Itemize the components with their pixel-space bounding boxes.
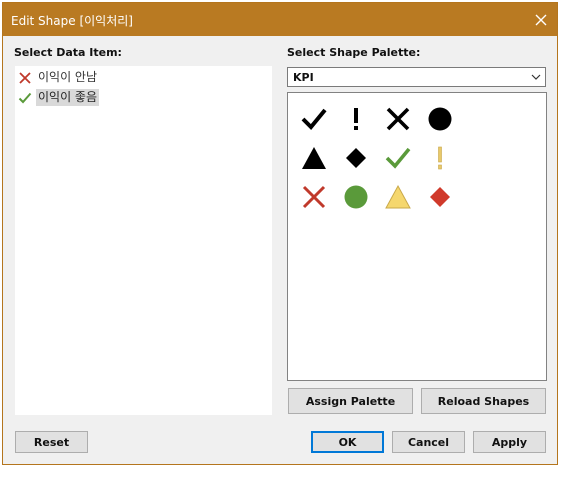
- green-circle-icon[interactable]: [342, 183, 370, 211]
- list-item[interactable]: 이익이 안남: [18, 68, 99, 87]
- data-item-list: 이익이 안남 이익이 좋음: [15, 66, 272, 415]
- black-circle-icon[interactable]: [426, 105, 454, 133]
- apply-button[interactable]: Apply: [473, 431, 546, 453]
- window-title: Edit Shape [이익처리]: [11, 14, 133, 28]
- red-x-icon: [19, 71, 31, 84]
- select-data-item-label: Select Data Item:: [14, 46, 122, 59]
- close-icon: [535, 14, 547, 25]
- black-x-icon[interactable]: [384, 105, 412, 133]
- select-shape-palette-label: Select Shape Palette:: [287, 46, 421, 59]
- palette-dropdown[interactable]: KPI: [287, 67, 546, 87]
- green-check-icon[interactable]: [384, 144, 412, 172]
- reload-shapes-button[interactable]: Reload Shapes: [421, 388, 546, 414]
- green-check-icon: [18, 92, 32, 103]
- black-exclamation-icon[interactable]: [342, 105, 370, 133]
- yellow-exclamation-icon[interactable]: [426, 144, 454, 172]
- red-x-icon[interactable]: [300, 183, 328, 211]
- red-diamond-icon[interactable]: [426, 183, 454, 211]
- chevron-down-icon: [531, 74, 541, 80]
- yellow-triangle-icon[interactable]: [384, 183, 412, 211]
- close-button[interactable]: [525, 3, 557, 36]
- cancel-button[interactable]: Cancel: [392, 431, 465, 453]
- title-bar: Edit Shape [이익처리]: [3, 3, 557, 36]
- assign-palette-button[interactable]: Assign Palette: [288, 388, 413, 414]
- black-diamond-icon[interactable]: [342, 144, 370, 172]
- list-item-label: 이익이 좋음: [36, 89, 100, 106]
- black-check-icon[interactable]: [300, 105, 328, 133]
- edit-shape-dialog: Edit Shape [이익처리] Select Data Item: 이익이 …: [2, 2, 558, 465]
- list-item[interactable]: 이익이 좋음: [18, 88, 100, 107]
- ok-button[interactable]: OK: [311, 431, 384, 453]
- palette-selected-value: KPI: [293, 71, 314, 84]
- list-item-label: 이익이 안남: [38, 70, 98, 84]
- black-triangle-icon[interactable]: [300, 144, 328, 172]
- reset-button[interactable]: Reset: [15, 431, 88, 453]
- shape-grid: [287, 92, 547, 381]
